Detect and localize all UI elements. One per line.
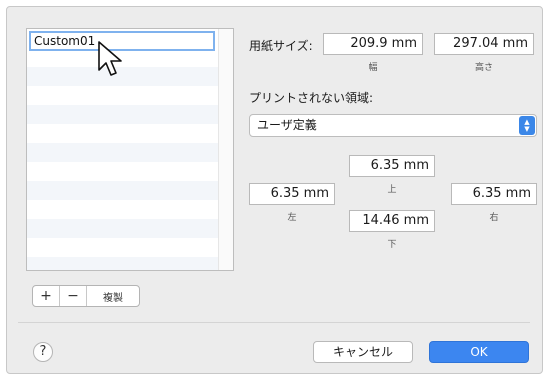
margin-top-caption: 上 bbox=[387, 185, 397, 195]
non-printable-area-label: プリントされない領域: bbox=[249, 91, 374, 105]
margin-preset-value: ユーザ定義 bbox=[257, 118, 317, 132]
margin-top-field[interactable]: 6.35 mm bbox=[349, 155, 435, 177]
margin-left-field[interactable]: 6.35 mm bbox=[249, 183, 335, 205]
list-scrollbar[interactable] bbox=[218, 29, 233, 270]
list-item[interactable] bbox=[27, 200, 233, 219]
paper-height-field[interactable]: 297.04 mm bbox=[434, 33, 534, 55]
ok-button[interactable]: OK bbox=[429, 341, 529, 363]
margin-bottom-field[interactable]: 14.46 mm bbox=[349, 210, 435, 232]
paper-size-label: 用紙サイズ: bbox=[249, 39, 313, 53]
paper-width-field[interactable]: 209.9 mm bbox=[323, 33, 423, 55]
margin-preset-select[interactable]: ユーザ定義 ▲ ▼ bbox=[249, 114, 537, 137]
list-item[interactable] bbox=[27, 219, 233, 238]
cancel-button[interactable]: キャンセル bbox=[313, 341, 413, 363]
margin-left-caption: 左 bbox=[287, 213, 297, 223]
paper-height-caption: 高さ bbox=[474, 63, 493, 73]
list-item[interactable] bbox=[27, 124, 233, 143]
list-item[interactable] bbox=[27, 238, 233, 257]
list-item[interactable] bbox=[27, 143, 233, 162]
list-edit-controls: + − 複製 bbox=[32, 285, 140, 307]
list-item[interactable] bbox=[27, 67, 233, 86]
margin-bottom-caption: 下 bbox=[387, 240, 397, 250]
remove-button[interactable]: − bbox=[60, 286, 87, 306]
footer-divider bbox=[18, 322, 530, 323]
arrow-cursor-icon bbox=[98, 41, 122, 76]
paper-width-caption: 幅 bbox=[368, 63, 378, 73]
help-icon[interactable]: ? bbox=[33, 342, 53, 362]
popup-stepper-icon: ▲ ▼ bbox=[519, 116, 535, 135]
list-item[interactable] bbox=[27, 257, 233, 270]
margin-right-field[interactable]: 6.35 mm bbox=[451, 183, 537, 205]
list-item[interactable] bbox=[27, 181, 233, 200]
margin-right-caption: 右 bbox=[489, 213, 499, 223]
duplicate-button[interactable]: 複製 bbox=[87, 286, 139, 306]
add-button[interactable]: + bbox=[33, 286, 60, 306]
list-item[interactable] bbox=[27, 162, 233, 181]
custom-size-list[interactable]: Custom01 bbox=[26, 28, 234, 271]
list-item[interactable] bbox=[27, 105, 233, 124]
list-item[interactable] bbox=[27, 86, 233, 105]
